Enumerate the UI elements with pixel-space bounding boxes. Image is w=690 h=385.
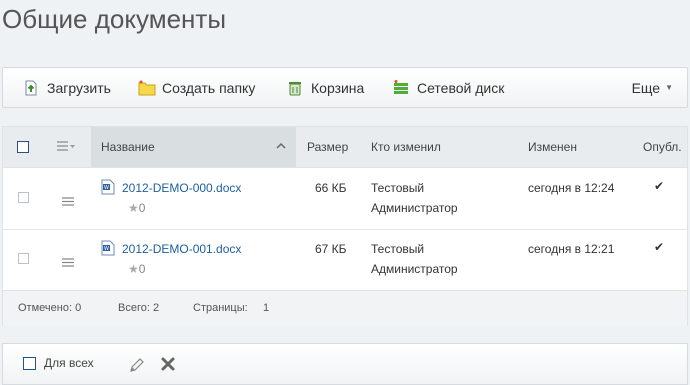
documents-table: Название Размер Кто изменил Изменен Опуб…	[2, 126, 688, 326]
create-folder-label: Создать папку	[162, 79, 256, 96]
pages-label: Страницы:	[193, 302, 248, 314]
sort-ascending-icon	[276, 140, 286, 154]
column-header-modified[interactable]: Изменен	[528, 127, 577, 167]
chevron-down-icon: ▼	[665, 83, 673, 92]
toolbar: Загрузить Создать папку Корзина Сетевой …	[2, 67, 688, 108]
folder-icon	[138, 80, 156, 96]
network-drive-label: Сетевой диск	[417, 79, 505, 96]
table-header: Название Размер Кто изменил Изменен Опуб…	[3, 127, 687, 168]
table-footer: Отмечено: 0 Всего: 2 Страницы: 1	[3, 290, 687, 326]
document-link[interactable]: 2012-DEMO-001.docx	[122, 242, 241, 256]
row-menu-icon[interactable]	[62, 254, 74, 272]
table-row[interactable]: W 2012-DEMO-001.docx ★0 67 КБ Тестовый А…	[3, 229, 687, 291]
for-all-checkbox[interactable]: Для всех	[23, 356, 94, 370]
trash-label: Корзина	[311, 79, 365, 96]
modified-by-line1: Тестовый	[371, 181, 425, 195]
upload-label: Загрузить	[47, 79, 111, 96]
for-all-label: Для всех	[44, 356, 94, 370]
network-drive-button[interactable]: Сетевой диск	[393, 68, 504, 107]
star-icon: ★	[128, 201, 139, 215]
column-name-label: Название	[101, 140, 155, 154]
trash-button[interactable]: Корзина	[287, 68, 364, 107]
modified-date: сегодня в 12:24	[528, 181, 615, 195]
column-size-label: Размер	[307, 140, 349, 154]
column-header-published[interactable]: Опубл.	[643, 127, 682, 167]
modified-by-line2: Администратор	[371, 262, 458, 276]
row-checkbox[interactable]	[18, 192, 29, 203]
word-document-icon: W	[101, 179, 115, 200]
word-document-icon: W	[101, 240, 115, 261]
trash-icon	[287, 80, 303, 96]
action-panel: Для всех	[2, 343, 688, 385]
rating[interactable]: ★0	[128, 201, 145, 215]
row-checkbox[interactable]	[18, 253, 29, 264]
upload-button[interactable]: Загрузить	[23, 68, 111, 107]
page: Общие документы Загрузить Создать папку	[0, 0, 690, 385]
edit-pencil-icon[interactable]	[128, 356, 146, 379]
table-row[interactable]: W 2012-DEMO-000.docx ★0 66 КБ Тестовый А…	[3, 168, 687, 230]
menu-icon	[57, 140, 75, 154]
checkbox[interactable]	[17, 141, 29, 153]
column-header-modified-by[interactable]: Кто изменил	[371, 127, 441, 167]
column-header-size[interactable]: Размер	[307, 127, 348, 167]
total-count: Всего: 2	[118, 302, 160, 314]
modified-date: сегодня в 12:21	[528, 242, 615, 256]
row-menu-icon[interactable]	[62, 193, 74, 211]
rating-value: 0	[138, 201, 146, 215]
published-check-icon: ✔	[654, 240, 665, 254]
selected-count: Отмечено: 0	[18, 302, 82, 314]
published-check-icon: ✔	[654, 179, 665, 193]
more-label: Еще	[631, 79, 661, 96]
page-title: Общие документы	[2, 4, 227, 34]
checkbox[interactable]	[23, 356, 36, 370]
rating[interactable]: ★0	[128, 262, 145, 276]
svg-text:W: W	[104, 246, 109, 252]
column-modified-by-label: Кто изменил	[371, 140, 441, 154]
column-published-label: Опубл.	[643, 140, 682, 154]
column-settings-button[interactable]	[57, 127, 75, 167]
star-icon: ★	[128, 262, 139, 276]
upload-icon	[23, 80, 39, 96]
page-link[interactable]: 1	[263, 302, 269, 314]
column-modified-label: Изменен	[528, 140, 577, 154]
file-size: 67 КБ	[315, 242, 347, 256]
document-link[interactable]: 2012-DEMO-000.docx	[122, 181, 241, 195]
modified-by-line2: Администратор	[371, 201, 458, 215]
file-size: 66 КБ	[315, 181, 347, 195]
more-dropdown[interactable]: Еще ▼	[632, 68, 673, 107]
delete-icon[interactable]	[160, 356, 176, 377]
rating-value: 0	[138, 262, 146, 276]
create-folder-button[interactable]: Создать папку	[138, 68, 255, 107]
modified-by-line1: Тестовый	[371, 242, 425, 256]
svg-text:W: W	[104, 185, 109, 191]
select-all-checkbox[interactable]	[17, 127, 29, 167]
column-header-name[interactable]: Название	[91, 127, 296, 167]
network-drive-icon	[393, 79, 409, 96]
